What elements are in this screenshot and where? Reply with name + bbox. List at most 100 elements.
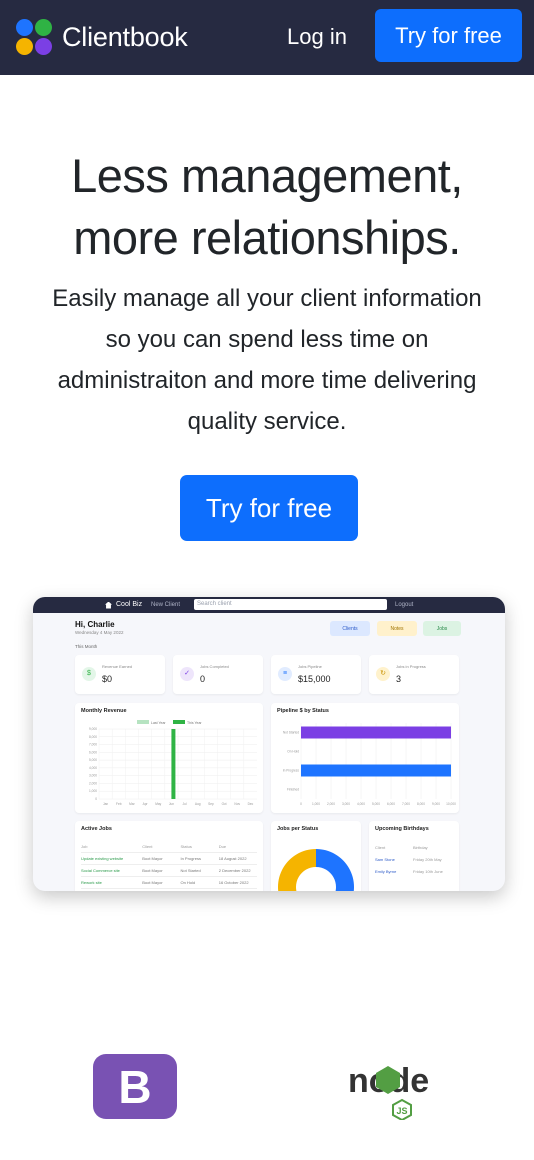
x-tick-label: Jan: [103, 802, 108, 806]
stat-value: 0: [200, 674, 206, 684]
table-header: Client: [142, 844, 153, 849]
table-cell: Boot Mayor: [142, 880, 163, 885]
x-tick-label: 3,000: [342, 802, 350, 806]
table-row: Sam Stone Friday 20th May: [375, 853, 451, 865]
y-tick-label: 0: [95, 797, 97, 801]
table-cell: 16 October 2022: [218, 880, 249, 885]
donut-slice: [277, 849, 316, 891]
table-header: Due: [218, 844, 227, 849]
hero-try-for-free-button[interactable]: Try for free: [180, 475, 358, 541]
legend-swatch: [173, 720, 185, 724]
table-row: Social Commerce site Boot Mayor Not Star…: [81, 865, 257, 877]
preview-greeting: Hi, Charlie: [75, 620, 115, 629]
table-cell: Rework site: [81, 880, 102, 885]
y-tick-label: 5,000: [89, 758, 97, 762]
x-tick-label: Nov: [234, 802, 240, 806]
y-tick-label: Not Started: [283, 731, 299, 735]
x-tick-label: 10,000: [446, 802, 456, 806]
home-icon: [105, 601, 112, 609]
x-tick-label: 7,000: [402, 802, 410, 806]
preview-birthdays-panel: Upcoming Birthdays Client Birthday Sam S…: [369, 821, 459, 891]
y-tick-label: 6,000: [89, 750, 97, 754]
nodejs-logo-icon: node JS: [348, 1062, 429, 1120]
x-tick-label: 2,000: [327, 802, 335, 806]
preview-monthly-revenue-panel: Monthly Revenue Last Year This Year 9,000 8…: [75, 703, 263, 813]
active-jobs-title: Active Jobs: [81, 826, 112, 832]
x-tick-label: Oct: [222, 802, 227, 806]
y-tick-label: 8,000: [89, 735, 97, 739]
hero-title: Less management, more relationships.: [0, 145, 534, 269]
preview-jobs-status-panel: Jobs per Status: [271, 821, 361, 891]
table-cell: 2 December 2022: [218, 868, 251, 873]
table-cell: Sam Stone: [375, 856, 395, 862]
table-cell: Boot Mayor: [142, 868, 163, 873]
preview-stat-card: ↻ Jobs in Progress 3: [369, 655, 459, 694]
table-cell: Boot Mayor: [142, 856, 163, 861]
login-link[interactable]: Log in: [287, 23, 347, 51]
pipeline-chart: 0 1,000 2,000 3,000 4,000 5,000 6,000 7,000 8,00…: [283, 723, 456, 806]
x-tick-label: Sep: [208, 802, 214, 806]
preview-stat-card: $ Revenue Earned $0: [75, 655, 165, 694]
table-cell: Emily Byrne: [375, 868, 397, 874]
x-tick-label: 1,000: [312, 802, 320, 806]
preview-notes-button: Notes: [377, 621, 417, 636]
pipeline-bar: [301, 764, 451, 777]
x-tick-label: 6,000: [387, 802, 395, 806]
top-navbar: Clientbook Log in Try for free: [0, 0, 534, 75]
x-tick-label: Jul: [183, 802, 187, 806]
table-row: Update existing website Boot Mayor In Pr…: [81, 853, 257, 865]
clientbook-logo-icon: [16, 19, 52, 55]
y-tick-label: 1,000: [89, 789, 97, 793]
x-tick-label: Aug: [195, 802, 201, 806]
preview-pipeline-panel: Pipeline $ by Status 0 1,000 2,000 3,000 4,0…: [271, 703, 459, 813]
pipeline-icon: ≡: [278, 667, 292, 681]
dashboard-preview-image: Cool Biz New Client Search client Logout…: [33, 597, 505, 891]
preview-home-link: Cool Biz: [105, 600, 142, 610]
brand-link[interactable]: Clientbook: [16, 19, 188, 55]
birthdays-list: Client Birthday Sam Stone Friday 20th Ma…: [375, 841, 451, 877]
x-tick-label: 5,000: [372, 802, 380, 806]
preview-logout-link: Logout: [395, 602, 414, 608]
nav-try-for-free-button[interactable]: Try for free: [375, 9, 522, 62]
node-js-badge: JS: [396, 1106, 407, 1116]
preview-stat-card: ≡ Jobs Pipeline $15,000: [271, 655, 361, 694]
donut-slice: [316, 849, 355, 891]
y-tick-label: Finished: [287, 788, 299, 792]
table-header: Job: [81, 844, 88, 849]
x-tick-label: 9,000: [432, 802, 440, 806]
pipeline-bar: [301, 726, 451, 739]
table-header: Birthday: [413, 844, 428, 850]
stat-value: $15,000: [298, 674, 331, 684]
table-cell: 18 August 2022: [218, 856, 247, 861]
y-tick-label: On Hold: [287, 750, 299, 754]
progress-icon: ↻: [376, 667, 390, 681]
preview-stat-card: ✓ Jobs Completed 0: [173, 655, 263, 694]
y-tick-label: 3,000: [89, 774, 97, 778]
x-tick-label: Apr: [143, 802, 149, 806]
y-tick-label: 9,000: [89, 727, 97, 731]
table-cell: Friday 10th June: [413, 868, 443, 874]
x-tick-label: Jun: [169, 802, 174, 806]
table-header: Status: [180, 844, 192, 849]
y-tick-label: 4,000: [89, 766, 97, 770]
table-cell: Friday 20th May: [413, 856, 442, 862]
stat-label: Revenue Earned: [102, 664, 133, 669]
table-row: Rework site Boot Mayor On Hold 16 Octobe…: [81, 877, 257, 889]
table-row: Emily Byrne Friday 10th June: [375, 865, 451, 877]
preview-new-client-link: New Client: [151, 602, 181, 608]
hero-subtitle: Easily manage all your client informatio…: [52, 285, 482, 435]
table-header-row: Client Birthday: [375, 841, 451, 853]
hero-title-line-1: Less management,: [71, 149, 463, 202]
legend-swatch: [137, 720, 149, 724]
preview-date: Wednesday 4 May 2022: [75, 630, 124, 635]
x-tick-label: Mar: [129, 802, 135, 806]
table-cell: Not Started: [180, 868, 201, 873]
table-cell: In Progress: [180, 856, 201, 861]
y-tick-label: In Progress: [283, 769, 300, 773]
stat-value: $0: [102, 674, 113, 684]
x-tick-label: 0: [300, 802, 302, 806]
legend-label: Last Year: [151, 721, 166, 725]
hero-title-line-2: more relationships.: [73, 211, 461, 264]
stat-value: 3: [396, 674, 402, 684]
preview-period-filter: This Month: [75, 644, 98, 649]
